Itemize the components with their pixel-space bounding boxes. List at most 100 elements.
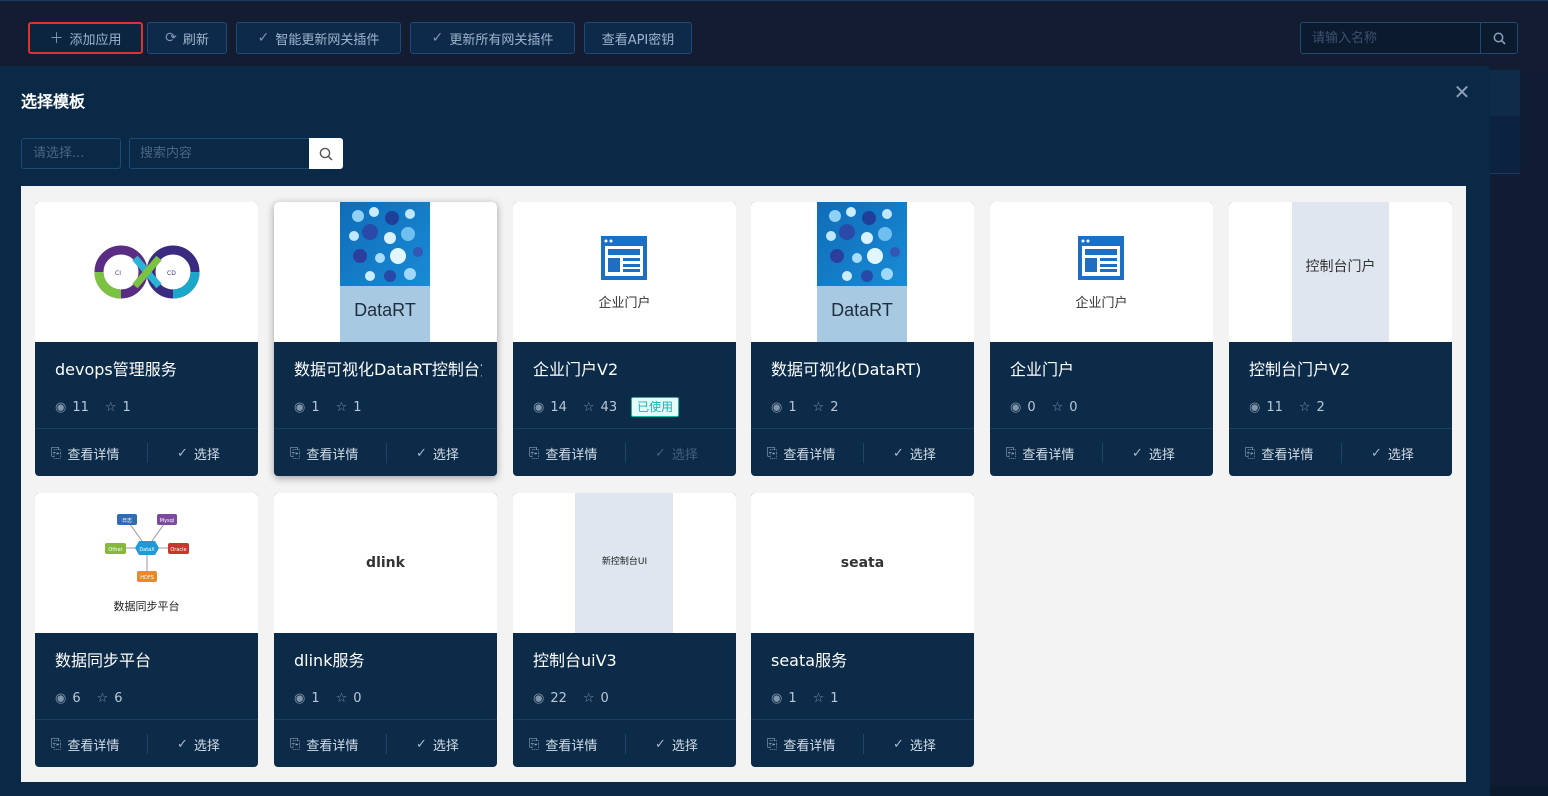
close-icon[interactable]: ✕ [1452,82,1472,102]
select-button[interactable]: ✓ 选择 [1132,429,1175,476]
plus-icon: ＋ [49,31,64,47]
card-stats: ◉ 1 ☆ 2 [771,398,839,416]
select-button[interactable]: ✓ 选择 [655,720,698,767]
card-actions: ⎘ 查看详情 ✓ 选择 [990,428,1213,476]
card-title: 数据可视化DataRT控制台第 [294,360,482,379]
check-icon: ✓ [893,445,904,461]
smart-update-button[interactable]: ✓ 智能更新网关插件 [236,22,401,54]
update-all-label: 更新所有网关插件 [449,32,554,48]
card-title: 企业门户 [1010,360,1075,379]
cicd-infinity-logo: CI CD [94,245,200,299]
view-count: 1 [788,399,797,415]
select-label: 选择 [193,738,220,754]
view-details-button[interactable]: ⎘ 查看详情 [290,429,358,476]
svg-text:CD: CD [167,270,176,277]
card-title: 数据同步平台 [55,651,152,670]
view-details-label: 查看详情 [783,738,836,754]
card-image-text: 企业门户 [1075,296,1128,311]
template-card-console-portal-v2[interactable]: 控制台门户 控制台门户V2 ◉ 11 ☆ 2 ⎘ 查看详情 ✓ 选择 [1229,202,1452,476]
star-count: 6 [114,690,123,706]
select-button[interactable]: ✓ 选择 [893,720,936,767]
check-icon: ✓ [655,736,666,752]
view-api-key-button[interactable]: 查看API密钥 [584,22,692,54]
view-details-button[interactable]: ⎘ 查看详情 [1245,429,1313,476]
select-button[interactable]: ✓ 选择 [416,720,459,767]
card-stats: ◉ 22 ☆ 0 [533,689,609,707]
view-details-button[interactable]: ⎘ 查看详情 [290,720,358,767]
view-details-label: 查看详情 [1022,447,1075,463]
background-table-header [1490,70,1520,116]
used-badge: 已使用 [631,397,680,417]
card-stats: ◉ 1 ☆ 1 [294,398,362,416]
eye-icon: ◉ [771,690,783,706]
datart-logo: DataRT [340,202,430,342]
document-search-icon: ⎘ [51,736,62,752]
template-card-portal[interactable]: 企业门户 企业门户 ◉ 0 ☆ 0 ⎘ 查看详情 ✓ 选择 [990,202,1213,476]
select-label: 选择 [1148,447,1175,463]
select-button[interactable]: ✓ 选择 [177,720,220,767]
check-icon: ✓ [893,736,904,752]
template-card-devops[interactable]: CI CD devops管理服务 ◉ 11 ☆ 1 ⎘ 查看详情 ✓ 选择 [35,202,258,476]
view-details-button[interactable]: ⎘ 查看详情 [51,429,119,476]
card-image: DataRT [274,202,497,342]
datart-logo-text: DataRT [354,300,416,320]
app-search-button[interactable] [1480,23,1517,53]
template-card-console-ui-v3[interactable]: 新控制台UI 控制台uiV3 ◉ 22 ☆ 0 ⎘ 查看详情 ✓ 选择 [513,493,736,767]
card-actions: ⎘ 查看详情 ✓ 选择 [35,428,258,476]
view-count: 1 [311,690,320,706]
diagram-node-hdfs: HDFS [140,575,154,581]
category-select[interactable]: 请选择... [21,138,121,169]
select-button[interactable]: ✓ 选择 [1371,429,1414,476]
template-card-portal-v2[interactable]: 企业门户 企业门户V2 ◉ 14 ☆ 43 已使用 ⎘ 查看详情 ✓ 选择 [513,202,736,476]
view-details-button[interactable]: ⎘ 查看详情 [529,720,597,767]
view-details-button[interactable]: ⎘ 查看详情 [1006,429,1074,476]
template-card-seata[interactable]: seata seata服务 ◉ 1 ☆ 1 ⎘ 查看详情 ✓ 选择 [751,493,974,767]
card-image: DataRT [751,202,974,342]
view-details-button[interactable]: ⎘ 查看详情 [767,429,835,476]
select-button[interactable]: ✓ 选择 [416,429,459,476]
diagram-node-log: 日志 [122,517,132,524]
template-card-datart-console[interactable]: DataRT 数据可视化DataRT控制台第 ◉ 1 ☆ 1 ⎘ 查看详情 ✓ [274,202,497,476]
view-details-label: 查看详情 [545,447,598,463]
svg-text:CI: CI [115,270,121,277]
view-details-label: 查看详情 [306,447,359,463]
card-image: 控制台门户 [1229,202,1452,342]
star-count: 43 [600,399,618,415]
card-image-text: 数据同步平台 [113,600,180,613]
view-details-label: 查看详情 [306,738,359,754]
template-search [129,138,343,169]
update-all-button[interactable]: ✓ 更新所有网关插件 [410,22,575,54]
card-actions: ⎘ 查看详情 ✓ 选择 [274,428,497,476]
card-title: 控制台uiV3 [533,651,617,670]
card-image: seata [751,493,974,633]
eye-icon: ◉ [55,690,67,706]
add-app-button[interactable]: ＋ 添加应用 [28,22,143,54]
view-count: 11 [1266,399,1283,415]
view-details-button[interactable]: ⎘ 查看详情 [767,720,835,767]
app-search-input[interactable] [1301,23,1481,53]
star-count: 2 [830,399,839,415]
document-search-icon: ⎘ [1006,445,1017,461]
view-details-button[interactable]: ⎘ 查看详情 [51,720,119,767]
select-button[interactable]: ✓ 选择 [177,429,220,476]
template-card-dlink[interactable]: dlink dlink服务 ◉ 1 ☆ 0 ⎘ 查看详情 ✓ 选择 [274,493,497,767]
card-actions: ⎘ 查看详情 ✓ 选择 [35,719,258,767]
view-details-button[interactable]: ⎘ 查看详情 [529,429,597,476]
star-count: 1 [830,690,839,706]
check-icon: ✓ [177,736,188,752]
card-image: CI CD [35,202,258,342]
view-count: 1 [311,399,320,415]
eye-icon: ◉ [771,399,783,415]
card-stats: ◉ 1 ☆ 1 [771,689,839,707]
card-actions: ⎘ 查看详情 ✓ 选择 [274,719,497,767]
refresh-button[interactable]: ⟳ 刷新 [147,22,227,54]
view-count: 11 [72,399,89,415]
template-card-datart[interactable]: DataRT 数据可视化(DataRT) ◉ 1 ☆ 2 ⎘ 查看详情 ✓ 选择 [751,202,974,476]
template-search-button[interactable] [309,138,343,169]
select-button[interactable]: ✓ 选择 [893,429,936,476]
card-stats: ◉ 1 ☆ 0 [294,689,362,707]
template-card-data-sync[interactable]: 日志 Mysql Other DataX Oracle HDFS 数据同步平台 … [35,493,258,767]
card-actions: ⎘ 查看详情 ✓ 选择 [751,428,974,476]
template-search-input[interactable] [130,139,310,168]
document-search-icon: ⎘ [767,445,778,461]
